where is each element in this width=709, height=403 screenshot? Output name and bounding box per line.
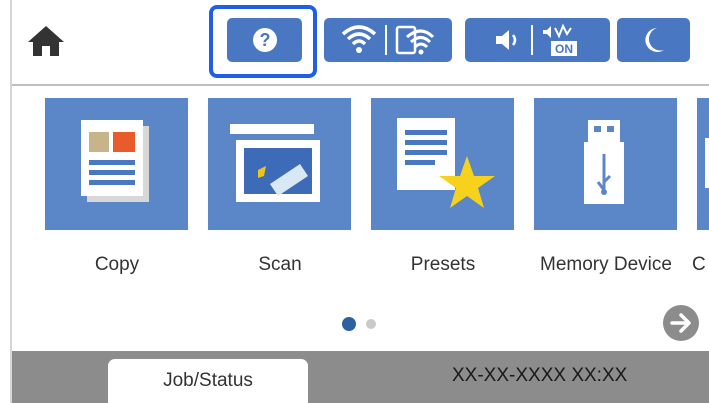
next-tile-partial[interactable] (697, 98, 709, 230)
scan-label: Scan (258, 254, 302, 275)
icon-separator (385, 25, 387, 55)
icon-separator (530, 25, 533, 55)
next-page-button[interactable] (663, 305, 699, 341)
arrow-right-icon (670, 313, 691, 333)
home-icon (28, 26, 64, 56)
memory-device-label: Memory Device (540, 254, 672, 275)
presets-tile[interactable] (371, 98, 514, 230)
sound-settings-button[interactable]: ON (465, 18, 610, 62)
speaker-icon (495, 30, 516, 50)
page-dot-active (342, 317, 356, 331)
usb-memory-icon (584, 120, 624, 204)
page-indicator (342, 317, 376, 331)
memory-device-tile[interactable] (534, 98, 677, 230)
copy-tile[interactable] (45, 98, 188, 230)
copy-label: Copy (94, 254, 140, 275)
sleep-button[interactable] (617, 18, 690, 62)
top-bar: ? ON (12, 0, 709, 84)
wifi-icon (341, 25, 377, 53)
partial-tile-icon (705, 138, 709, 188)
presets-label: Presets (410, 254, 476, 275)
wifi-direct-icon (395, 25, 435, 55)
partial-tile-label: C (692, 254, 706, 275)
scan-icon (230, 124, 320, 202)
page-dot-inactive (366, 319, 376, 329)
job-status-button[interactable]: Job/Status (108, 359, 308, 403)
top-divider (12, 84, 709, 86)
printer-panel: ? ON Copy Scan Presets Memory Device C J… (10, 0, 709, 403)
network-status-button[interactable] (324, 18, 452, 62)
home-button[interactable] (26, 24, 66, 58)
quiet-mode-on-icon: ON (542, 23, 577, 56)
help-highlight-frame (209, 5, 317, 78)
copy-icon (81, 120, 149, 202)
moon-icon (644, 28, 664, 52)
status-bar: Job/Status XX-XX-XXXX XX:XX (12, 351, 709, 403)
scan-tile[interactable] (208, 98, 351, 230)
datetime-display: XX-XX-XXXX XX:XX (452, 365, 628, 386)
quiet-mode-badge: ON (555, 42, 573, 56)
presets-icon (397, 118, 495, 208)
